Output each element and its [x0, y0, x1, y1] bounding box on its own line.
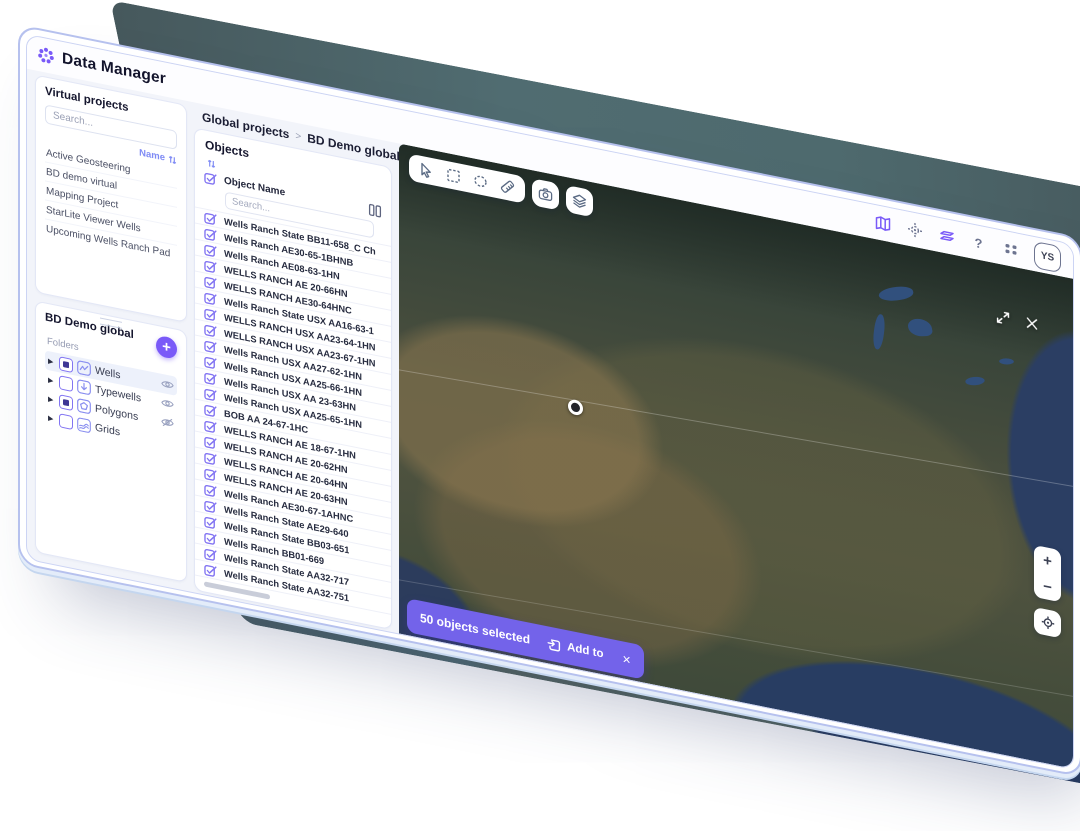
layers-icon[interactable]: [938, 226, 955, 246]
lasso-select-icon[interactable]: [473, 172, 488, 190]
object-checkbox[interactable]: [204, 418, 217, 434]
folder-label: Grids: [95, 420, 121, 438]
eye-off-icon[interactable]: [161, 415, 174, 431]
app-window: Data Manager ? YS Virtual projects Searc…: [18, 24, 1080, 778]
sort-label: Name: [139, 147, 165, 164]
object-checkbox[interactable]: [204, 546, 217, 562]
eye-icon[interactable]: [161, 377, 174, 393]
banner-close-icon[interactable]: ×: [622, 650, 630, 668]
lake-michigan: [871, 312, 887, 351]
lake-erie: [964, 375, 986, 386]
map-icon[interactable]: [874, 213, 891, 233]
lake-huron: [906, 318, 934, 337]
add-to-label: Add to: [567, 641, 604, 661]
caret-icon[interactable]: ▶: [48, 376, 55, 385]
selection-count-label: 50 objects selected: [420, 610, 531, 647]
expand-icon[interactable]: [996, 309, 1010, 326]
lake-superior: [876, 285, 915, 302]
objects-panel: Objects Object Name Search... Wells Ranc…: [194, 127, 392, 631]
close-icon[interactable]: [1025, 315, 1039, 332]
page: Data Manager ? YS Virtual projects Searc…: [0, 0, 1080, 831]
object-checkbox[interactable]: [204, 402, 217, 418]
camera-icon[interactable]: [532, 178, 559, 211]
apps-grid-icon[interactable]: [1002, 239, 1019, 259]
object-checkbox[interactable]: [204, 530, 217, 546]
object-checkbox[interactable]: [204, 594, 217, 610]
object-checkbox[interactable]: [204, 482, 217, 498]
avatar[interactable]: YS: [1034, 240, 1061, 273]
caret-icon[interactable]: ▶: [48, 357, 55, 366]
object-checkbox[interactable]: [204, 370, 217, 386]
grids-icon: [77, 416, 91, 433]
polygons-icon: [77, 397, 91, 414]
app-logo-icon: [38, 47, 54, 64]
cursor-icon[interactable]: [419, 161, 434, 179]
wells-icon: [77, 359, 91, 376]
folder-checkbox[interactable]: [59, 412, 73, 430]
folder-label: Wells: [95, 363, 121, 382]
help-icon[interactable]: ?: [970, 233, 987, 253]
middle-column: Global projects > BD Demo global Objects: [194, 102, 400, 632]
object-checkbox[interactable]: [204, 210, 217, 226]
zoom-out-button[interactable]: −: [1034, 571, 1061, 602]
folder-checkbox[interactable]: [59, 374, 73, 392]
object-checkbox[interactable]: [204, 434, 217, 450]
app-frame: Data Manager ? YS Virtual projects Searc…: [26, 33, 1074, 770]
focus-icon[interactable]: [906, 220, 923, 240]
locate-button[interactable]: [1034, 607, 1061, 639]
layers-stack-icon[interactable]: [566, 184, 593, 218]
object-checkbox[interactable]: [204, 514, 217, 530]
marquee-select-icon[interactable]: [446, 167, 461, 185]
typewells-icon: [77, 378, 91, 395]
object-checkbox[interactable]: [204, 466, 217, 482]
object-checkbox[interactable]: [204, 322, 217, 338]
object-checkbox[interactable]: [204, 562, 217, 578]
object-checkbox[interactable]: [204, 226, 217, 242]
object-checkbox[interactable]: [204, 242, 217, 258]
select-all-checkbox[interactable]: [204, 170, 217, 186]
folder-checkbox[interactable]: [59, 355, 73, 373]
lake-ontario: [998, 358, 1015, 365]
add-to-button[interactable]: Add to: [547, 636, 603, 661]
add-to-icon: [547, 639, 561, 652]
map-corner-controls: [996, 309, 1039, 332]
objects-list: Wells Ranch State BB11-658_C Ch Wells Ra…: [195, 207, 391, 616]
sidebar: Virtual projects Name Active Geosteering…: [27, 69, 191, 592]
eye-icon[interactable]: [161, 396, 174, 412]
object-checkbox[interactable]: [204, 386, 217, 402]
object-checkbox[interactable]: [204, 354, 217, 370]
object-checkbox[interactable]: [204, 290, 217, 306]
sort-arrows-icon: [207, 159, 216, 168]
ruler-icon[interactable]: [500, 178, 515, 196]
project-panel: BD Demo global + Folders ▶ Wells ▶ Typew…: [35, 300, 187, 583]
object-checkbox[interactable]: [204, 274, 217, 290]
sort-arrows-icon: [168, 155, 177, 164]
object-checkbox[interactable]: [204, 338, 217, 354]
caret-icon[interactable]: ▶: [48, 395, 55, 404]
zoom-controls: + −: [1034, 545, 1061, 603]
caret-icon[interactable]: ▶: [48, 414, 55, 423]
object-checkbox[interactable]: [204, 306, 217, 322]
object-checkbox[interactable]: [204, 258, 217, 274]
object-checkbox[interactable]: [204, 450, 217, 466]
virtual-projects-panel: Virtual projects Name Active Geosteering…: [35, 74, 187, 323]
locate-icon: [1041, 616, 1054, 630]
columns-icon[interactable]: [368, 202, 382, 219]
object-checkbox[interactable]: [204, 498, 217, 514]
folder-checkbox[interactable]: [59, 393, 73, 411]
breadcrumb-separator: >: [295, 130, 302, 143]
